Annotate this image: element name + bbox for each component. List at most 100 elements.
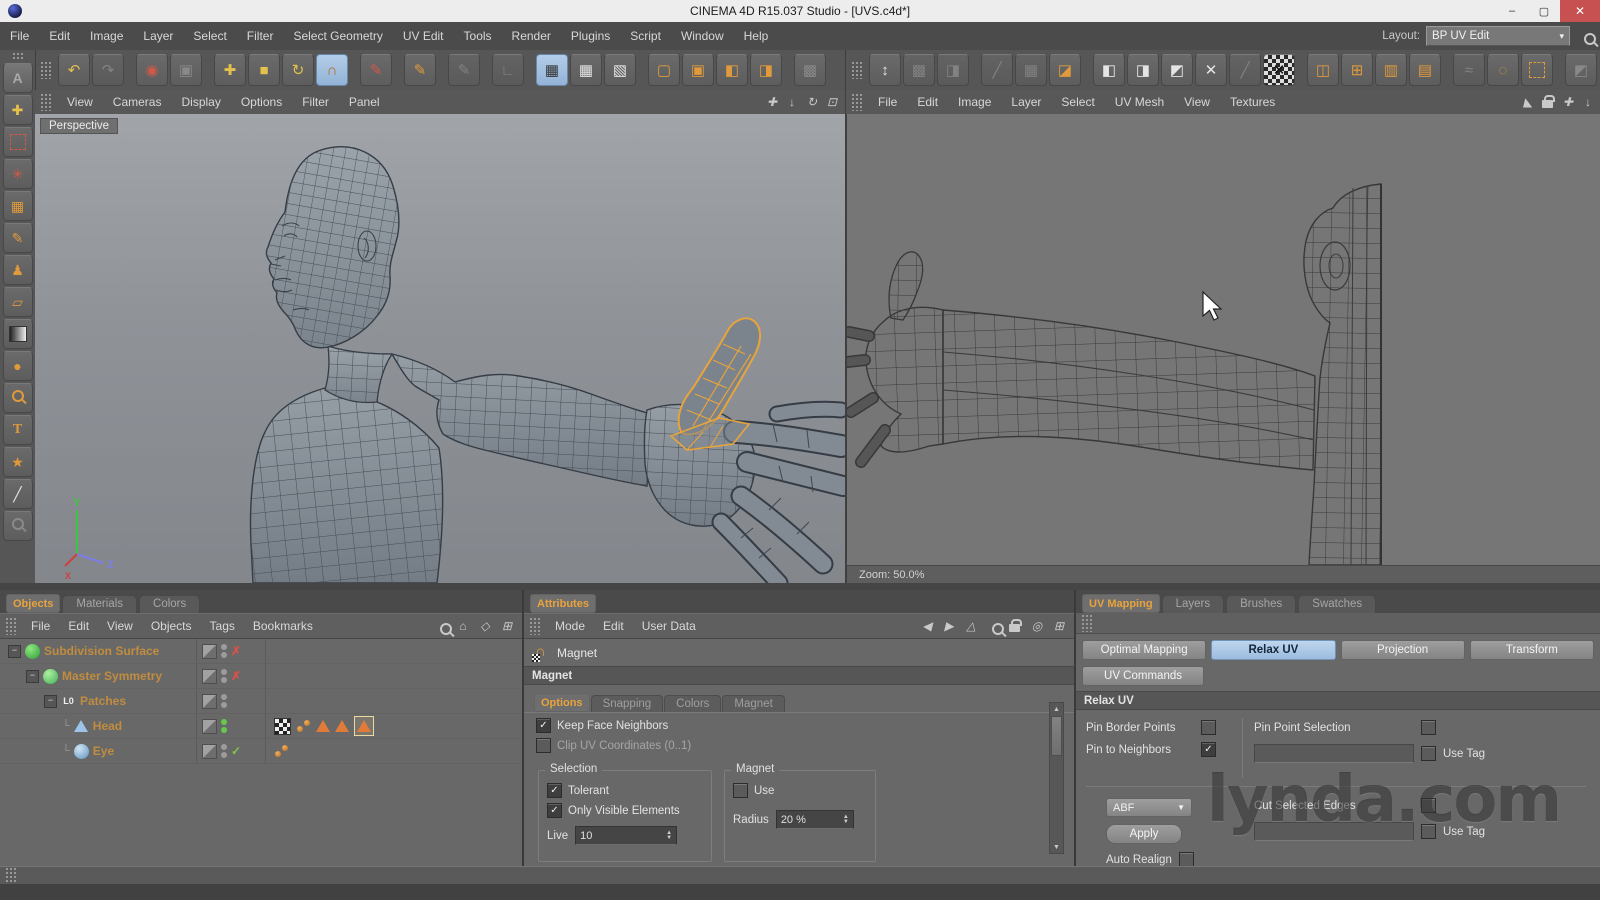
sep[interactable] [438,55,446,85]
texture-preview-icon[interactable]: ◣ [1519,93,1537,111]
mode-button[interactable]: Optimal Mapping [1082,640,1206,660]
model-mode-icon[interactable]: ▣ [170,54,202,86]
toolbar-grip[interactable] [40,93,52,111]
brush-disabled-icon[interactable]: ✎ [448,54,480,86]
zoom-tool-icon[interactable] [3,511,33,541]
cube-polygons-icon[interactable]: ◧ [716,54,748,86]
pin-point-selection-field[interactable] [1254,744,1414,763]
restore-button[interactable]: ▢ [1528,0,1560,22]
sep[interactable] [394,55,402,85]
menu-item[interactable]: File [0,29,39,43]
texture-cube-uv-icon[interactable]: ▦ [570,54,602,86]
visibility-dots-icon[interactable] [221,694,227,708]
menu-item[interactable]: File [868,95,907,109]
rotate-view-icon[interactable]: ↻ [803,93,821,111]
align-rows-icon[interactable]: ▤ [1409,54,1441,86]
bodypaint-logo-icon[interactable]: A [3,63,33,93]
toolbar-grip[interactable] [12,52,24,60]
menu-item[interactable]: Select [1051,95,1104,109]
sep[interactable] [1297,55,1305,85]
zoom-view-icon[interactable]: ↓ [1579,93,1597,111]
gradient-icon[interactable] [3,319,33,349]
forward-icon[interactable]: ▶ [940,617,958,635]
sep[interactable] [1443,55,1451,85]
table-row[interactable]: − Master Symmetry ✗ [0,664,522,689]
scroll-up-icon[interactable]: ▲ [1050,703,1063,715]
mode-button[interactable]: Projection [1341,640,1465,660]
lock-icon[interactable] [1539,93,1557,111]
paint-3d-icon[interactable]: ✎ [404,54,436,86]
back-icon[interactable]: ◀ [918,617,936,635]
tab[interactable]: Colors [139,595,200,613]
menu-item[interactable]: Image [948,95,1001,109]
pin-uv-icon[interactable]: ↕ [869,54,901,86]
menu-item[interactable]: Display [171,95,230,109]
perspective-viewport[interactable]: Perspective [35,114,845,583]
only-visible-checkbox[interactable]: ✓ [547,803,562,818]
pan-view-icon[interactable]: ✚ [1559,93,1577,111]
cut-selected-edges-checkbox[interactable] [1421,798,1436,813]
mode-button[interactable]: Relax UV [1211,640,1335,660]
move-icon[interactable]: ✚ [214,54,246,86]
tab[interactable]: Materials [62,595,137,613]
cube-points-icon[interactable]: ▢ [648,54,680,86]
maximize-view-icon[interactable]: ⊡ [823,93,841,111]
section-header[interactable]: Magnet [524,666,1074,685]
align-split-icon[interactable]: ◫ [1307,54,1339,86]
cube-edges-icon[interactable]: ▣ [682,54,714,86]
menu-item[interactable]: Select Geometry [283,29,392,43]
table-row[interactable]: └ Eye ✓ [0,739,522,764]
tab[interactable]: Options [534,693,590,712]
visibility-dots-icon[interactable] [221,719,227,733]
live-selection-icon[interactable]: ◉ [136,54,168,86]
menu-item[interactable]: Edit [59,619,98,633]
menu-item[interactable]: Filter [292,95,339,109]
tab[interactable]: Swatches [1298,595,1376,613]
selection-tag-active-icon[interactable] [354,716,374,736]
menu-item[interactable]: Image [80,29,133,43]
tolerant-checkbox[interactable]: ✓ [547,783,562,798]
search-icon[interactable] [432,617,450,635]
sep[interactable] [1083,55,1091,85]
tab[interactable]: Snapping [591,695,664,712]
toolbar-grip[interactable] [529,617,541,635]
menu-item[interactable]: Edit [907,95,948,109]
texture-cube-uvw-icon[interactable]: ▧ [604,54,636,86]
enable-check-icon[interactable]: ✓ [231,744,241,758]
home-icon[interactable]: ⌂ [454,617,472,635]
tab-attributes[interactable]: Attributes [530,594,596,613]
rectangle-select-icon[interactable] [3,127,33,157]
clip-uv-checkbox[interactable] [536,738,551,753]
menu-item[interactable]: View [1174,95,1220,109]
menu-item[interactable]: UV Mesh [1105,95,1174,109]
tab[interactable]: Layers [1162,595,1225,613]
table-row[interactable]: − Subdivision Surface ✗ [0,639,522,664]
eraser-icon[interactable]: ▱ [3,287,33,317]
close-button[interactable]: ✕ [1560,0,1600,22]
menu-item[interactable]: Tools [454,29,502,43]
selection-tag-icon[interactable] [316,720,330,732]
fill-bucket-icon[interactable]: ● [3,351,33,381]
panel-divider[interactable] [0,583,1600,590]
menu-item[interactable]: Filter [237,29,284,43]
uv-frame-icon[interactable]: ▦ [3,191,33,221]
mirror-u-icon[interactable]: ╱ [1229,54,1261,86]
tab[interactable]: Objects [6,594,60,613]
menu-item[interactable]: Tags [201,619,244,633]
scrollbar-thumb[interactable] [1051,716,1062,756]
layer-icon[interactable] [202,644,217,659]
sep[interactable] [784,55,792,85]
grid-calc-icon[interactable]: ▦ [1015,54,1047,86]
filter-icon[interactable]: ◇ [476,617,494,635]
add-panel-icon[interactable]: ⊞ [498,617,516,635]
magnet-icon[interactable]: ∩ [316,54,348,86]
toolbar-grip[interactable] [851,61,863,79]
pin-point-selection-checkbox[interactable] [1421,720,1436,735]
paint-setup-wizard-icon[interactable]: ✎ [360,54,392,86]
auto-realign-checkbox[interactable] [1179,852,1194,867]
expander-icon[interactable]: − [26,670,39,683]
menu-item[interactable]: Plugins [561,29,620,43]
menu-item[interactable]: View [57,95,103,109]
uv-copy-icon[interactable]: ▩ [903,54,935,86]
tab[interactable]: Colors [664,695,721,712]
